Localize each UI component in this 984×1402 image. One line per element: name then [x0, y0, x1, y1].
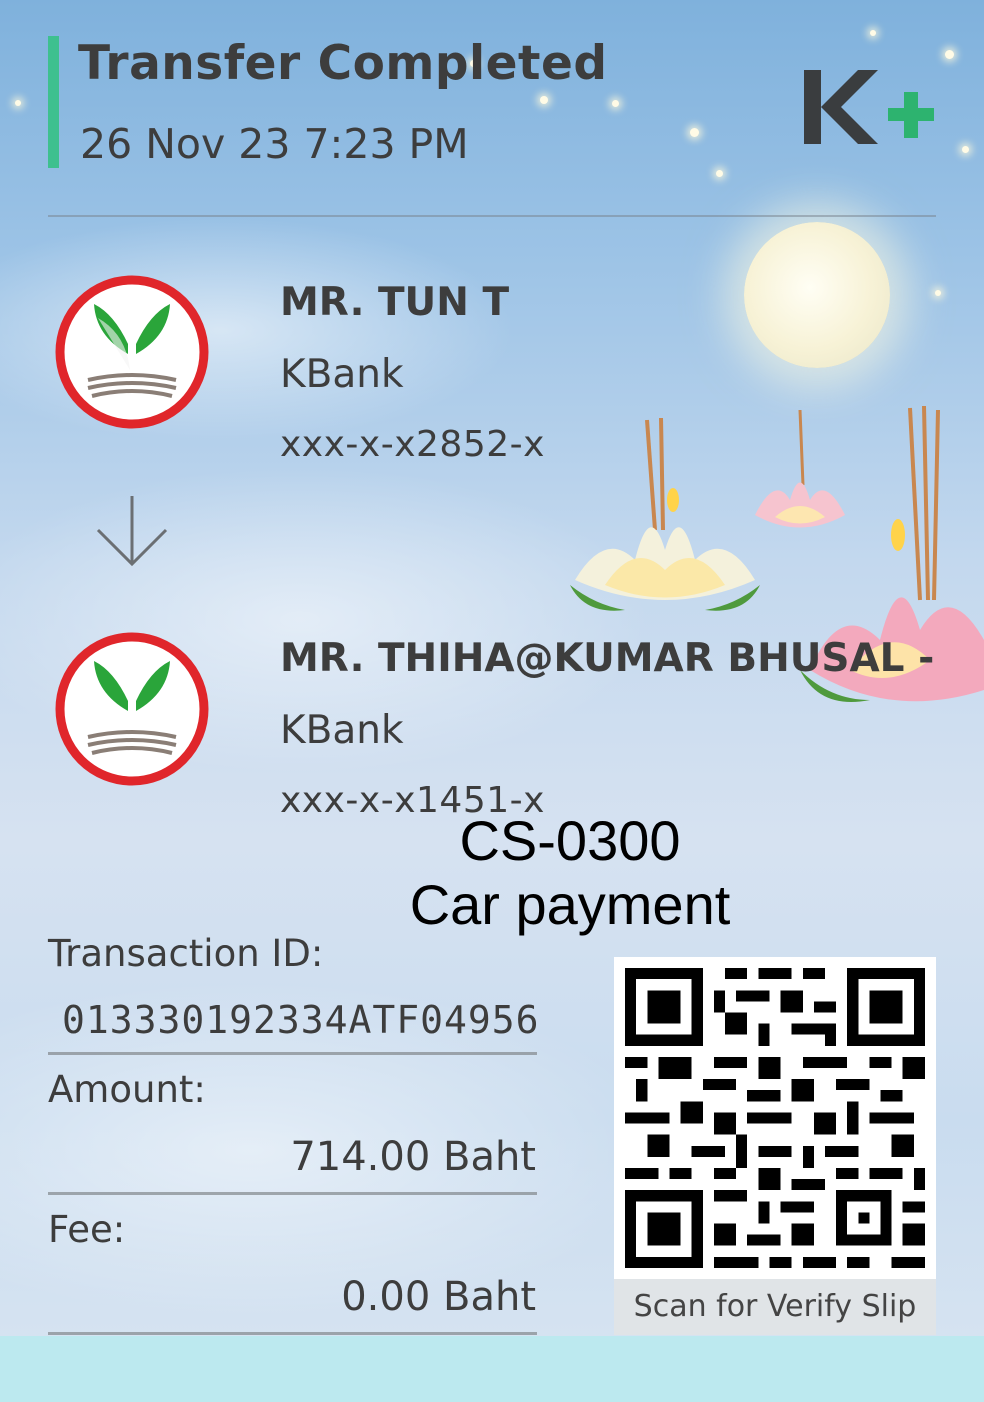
receiver-name: MR. THIHA@KUMAR BHUSAL - — [280, 636, 935, 681]
moon-illustration — [744, 222, 890, 368]
transaction-id-label: Transaction ID: — [48, 932, 324, 975]
title-accent-bar — [48, 36, 59, 168]
kbank-logo-icon — [55, 632, 209, 786]
arrow-down-icon — [96, 496, 168, 567]
footer-bar — [0, 1336, 984, 1402]
verify-qr-code[interactable] — [614, 957, 936, 1279]
transfer-slip: Transfer Completed 26 Nov 23 7:23 PM MR.… — [0, 0, 984, 1402]
details-divider — [48, 1332, 537, 1335]
details-divider — [48, 1052, 537, 1055]
fee-label: Fee: — [48, 1208, 126, 1251]
sender-bank: KBank — [280, 352, 404, 397]
transfer-datetime: 26 Nov 23 7:23 PM — [80, 120, 469, 168]
kbank-logo-icon — [55, 275, 209, 429]
qr-caption: Scan for Verify Slip — [614, 1279, 936, 1335]
fee-value: 0.00 Baht — [341, 1274, 536, 1320]
amount-value: 714.00 Baht — [290, 1134, 536, 1180]
memo-note: Car payment — [409, 873, 731, 936]
page-title: Transfer Completed — [78, 36, 608, 91]
sender-name: MR. TUN T — [280, 280, 510, 325]
transaction-id-value: 013330192334ATF04956 — [62, 998, 540, 1042]
receiver-bank: KBank — [280, 708, 404, 753]
lotus-lantern-left — [570, 417, 760, 611]
memo-reference: CS-0300 — [459, 809, 681, 872]
sender-account: xxx-x-x2852-x — [280, 424, 545, 465]
qr-code-icon — [614, 957, 936, 1279]
header-divider — [48, 215, 936, 217]
details-divider — [48, 1192, 537, 1195]
amount-label: Amount: — [48, 1068, 206, 1111]
kplus-logo-icon — [804, 70, 934, 144]
